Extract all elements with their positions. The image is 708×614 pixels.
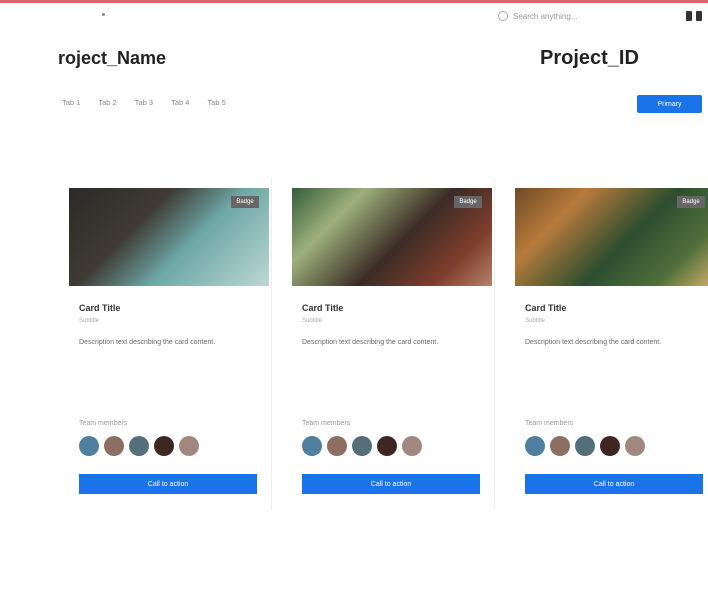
card: Badge Card Title Subtitle Description te… [57, 178, 272, 510]
search-bar[interactable]: Search anything... [498, 11, 577, 21]
avatar [402, 436, 422, 456]
card-title: Card Title [302, 303, 344, 313]
avatar [179, 436, 199, 456]
card-subtitle: Subtitle [525, 318, 546, 324]
tab[interactable]: Tab 4 [171, 98, 189, 107]
card-description: Description text describing the card con… [525, 339, 662, 346]
team-label: Team members [302, 420, 351, 427]
tab[interactable]: Tab 1 [62, 98, 80, 107]
avatar [525, 436, 545, 456]
app-header: Search anything... [0, 3, 708, 29]
avatar [600, 436, 620, 456]
avatar [352, 436, 372, 456]
card-title: Card Title [525, 303, 567, 313]
card-cta-button[interactable]: Call to action [525, 474, 703, 494]
page-title: roject_Name [58, 48, 167, 68]
card-subtitle: Subtitle [302, 318, 323, 324]
avatar [550, 436, 570, 456]
card-subtitle: Subtitle [79, 318, 100, 324]
card-title: Card Title [79, 303, 121, 313]
team-avatars [79, 436, 199, 456]
team-label: Team members [79, 420, 128, 427]
team-label: Team members [525, 420, 574, 427]
tabs: Tab 1 Tab 2 Tab 3 Tab 4 Tab 5 [62, 98, 226, 107]
team-avatars [302, 436, 422, 456]
tab[interactable]: Tab 2 [98, 98, 116, 107]
primary-button[interactable]: Primary [637, 95, 702, 113]
card-description: Description text describing the card con… [79, 339, 216, 346]
avatar [625, 436, 645, 456]
page-id: Project_ID [540, 47, 639, 69]
window-controls[interactable] [686, 11, 702, 21]
card: Badge Card Title Subtitle Description te… [280, 178, 495, 510]
card: Badge Card Title Subtitle Description te… [503, 178, 708, 510]
avatar [327, 436, 347, 456]
status-dot [102, 13, 105, 16]
control-block[interactable] [686, 11, 692, 21]
search-placeholder: Search anything... [513, 11, 578, 21]
avatar [377, 436, 397, 456]
card-badge: Badge [677, 196, 705, 208]
card-cta-button[interactable]: Call to action [79, 474, 257, 494]
avatar [154, 436, 174, 456]
avatar [79, 436, 99, 456]
card-badge: Badge [454, 196, 482, 208]
avatar [302, 436, 322, 456]
avatar [129, 436, 149, 456]
avatar [104, 436, 124, 456]
team-avatars [525, 436, 645, 456]
tab[interactable]: Tab 5 [207, 98, 225, 107]
avatar [575, 436, 595, 456]
search-icon [498, 11, 508, 21]
tab[interactable]: Tab 3 [135, 98, 153, 107]
card-badge: Badge [231, 196, 259, 208]
card-description: Description text describing the card con… [302, 339, 439, 346]
control-block[interactable] [696, 11, 702, 21]
card-list: Badge Card Title Subtitle Description te… [57, 178, 708, 510]
card-cta-button[interactable]: Call to action [302, 474, 480, 494]
